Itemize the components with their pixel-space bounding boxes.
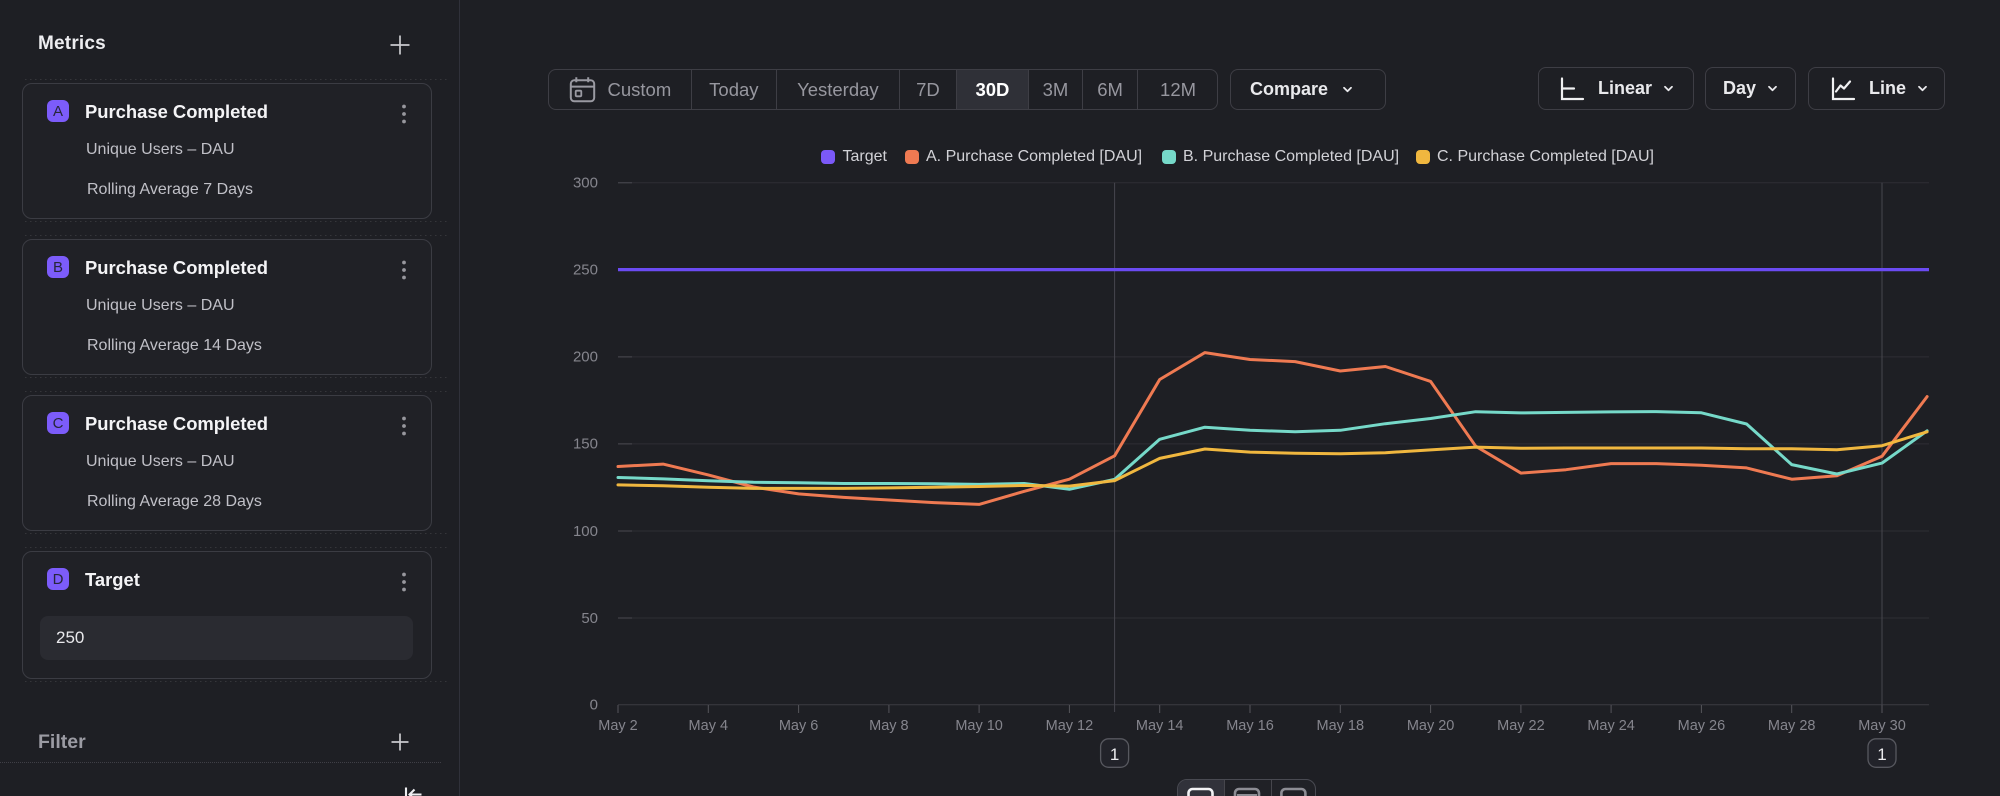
svg-text:1: 1 (1877, 745, 1886, 764)
svg-text:May 18: May 18 (1317, 718, 1365, 734)
svg-text:May 4: May 4 (689, 718, 729, 734)
svg-text:May 10: May 10 (955, 718, 1003, 734)
svg-text:May 24: May 24 (1587, 718, 1635, 734)
svg-text:May 16: May 16 (1226, 718, 1274, 734)
svg-text:May 20: May 20 (1407, 718, 1455, 734)
svg-text:May 26: May 26 (1678, 718, 1726, 734)
svg-text:May 30: May 30 (1858, 718, 1906, 734)
svg-text:150: 150 (573, 436, 598, 453)
svg-text:May 12: May 12 (1046, 718, 1094, 734)
svg-text:May 28: May 28 (1768, 718, 1816, 734)
svg-text:May 2: May 2 (598, 718, 638, 734)
svg-text:1: 1 (1110, 745, 1119, 764)
svg-text:May 14: May 14 (1136, 718, 1184, 734)
svg-text:May 8: May 8 (869, 718, 909, 734)
svg-text:50: 50 (581, 610, 598, 627)
svg-text:May 6: May 6 (779, 718, 819, 734)
svg-text:300: 300 (573, 175, 598, 192)
svg-text:100: 100 (573, 523, 598, 540)
svg-text:May 22: May 22 (1497, 718, 1545, 734)
svg-text:0: 0 (590, 697, 598, 714)
svg-text:250: 250 (573, 262, 598, 279)
svg-text:200: 200 (573, 349, 598, 366)
